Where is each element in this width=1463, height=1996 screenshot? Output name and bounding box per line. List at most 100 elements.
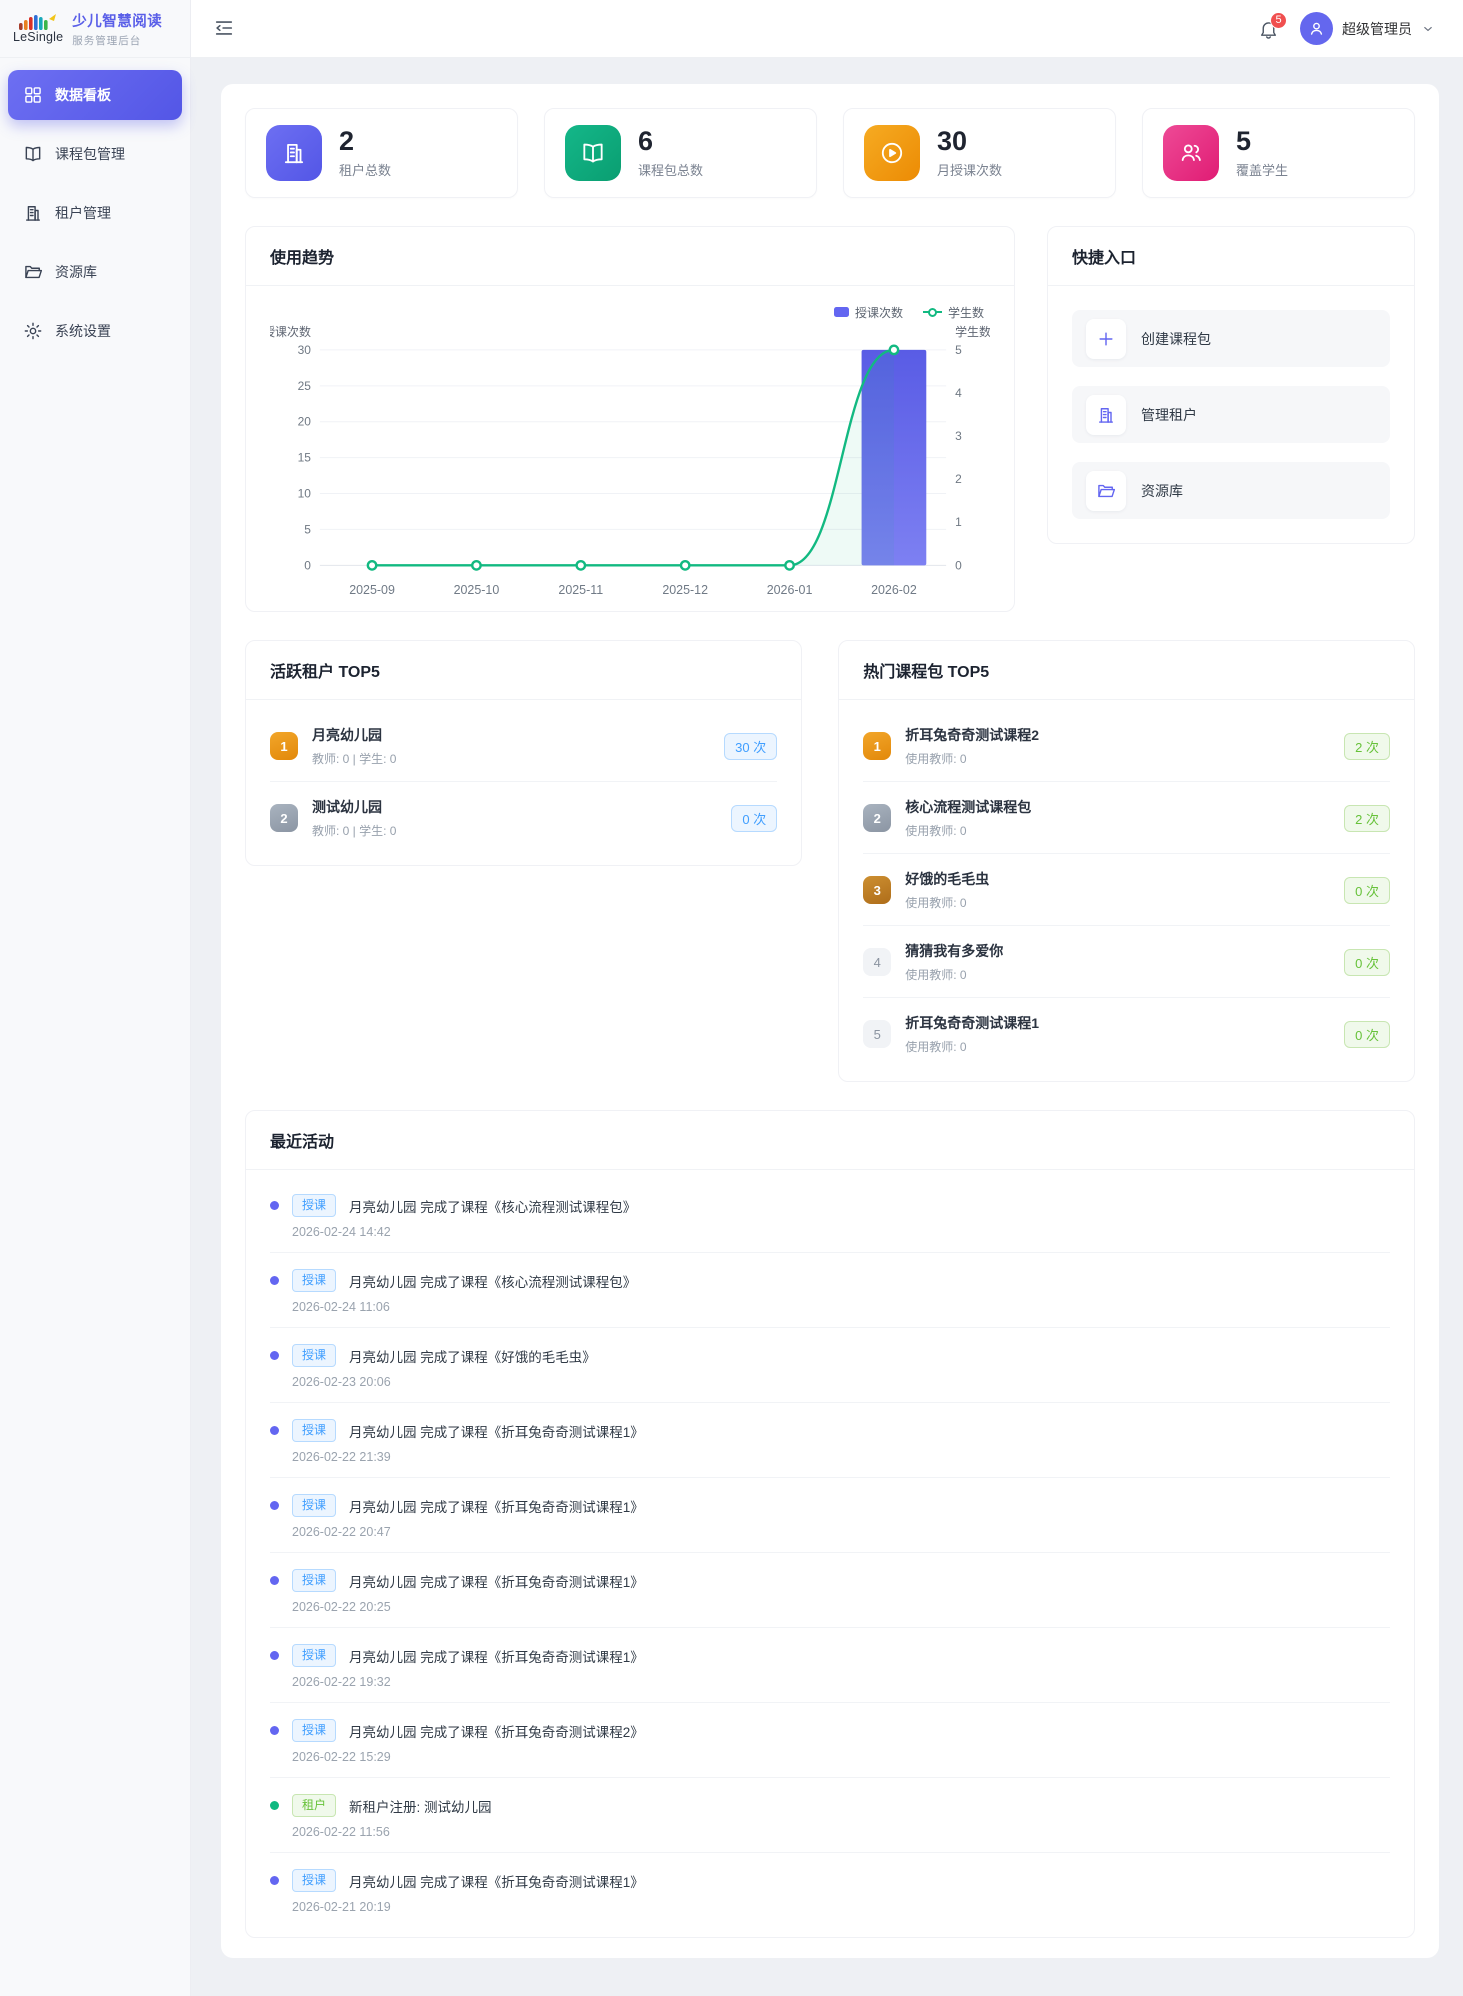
activity-text: 月亮幼儿园 完成了课程《好饿的毛毛虫》 xyxy=(349,1349,596,1365)
stat-card: 30 月授课次数 xyxy=(843,108,1116,198)
rank-badge: 1 xyxy=(270,732,298,761)
rank-item-name: 折耳兔奇奇测试课程1 xyxy=(905,1015,1040,1032)
folder-icon xyxy=(1086,470,1126,511)
gear-icon xyxy=(23,321,43,341)
notifications-button[interactable]: 5 xyxy=(1258,11,1287,41)
stat-label: 月授课次数 xyxy=(937,163,1003,179)
collapse-sidebar-icon[interactable] xyxy=(213,17,237,41)
chevron-down-icon xyxy=(1421,22,1435,36)
activity-dot xyxy=(270,1876,279,1886)
activity-time: 2026-02-22 15:29 xyxy=(292,1750,391,1765)
rank-list-item: 5 折耳兔奇奇测试课程1 使用教师: 0 0 次 xyxy=(863,998,1390,1069)
svg-text:2025-09: 2025-09 xyxy=(349,583,395,597)
active-tenants-title: 活跃租户 TOP5 xyxy=(246,641,802,701)
rank-list-item: 1 月亮幼儿园 教师: 0 | 学生: 0 30 次 xyxy=(270,710,778,783)
rank-badge: 3 xyxy=(863,876,892,905)
usage-count-badge: 30 次 xyxy=(724,732,778,760)
activity-item: 授课 月亮幼儿园 完成了课程《折耳兔奇奇测试课程1》 2026-02-22 19… xyxy=(270,1628,1390,1704)
sidebar-item-building[interactable]: 租户管理 xyxy=(8,188,182,238)
svg-text:2025-10: 2025-10 xyxy=(454,583,500,597)
legend-item[interactable]: 学生数 xyxy=(922,304,984,321)
activity-text: 月亮幼儿园 完成了课程《折耳兔奇奇测试课程1》 xyxy=(349,1874,644,1890)
rank-badge: 4 xyxy=(863,948,892,977)
rank-badge: 5 xyxy=(863,1020,892,1049)
rank-item-name: 好饿的毛毛虫 xyxy=(905,871,990,888)
notification-badge: 5 xyxy=(1270,11,1287,29)
hot-packages-card: 热门课程包 TOP5 1 折耳兔奇奇测试课程2 使用教师: 0 2 次 2 核心… xyxy=(838,640,1415,1083)
svg-text:15: 15 xyxy=(298,451,312,465)
stat-value: 30 xyxy=(937,125,968,156)
quick-entry-label: 资源库 xyxy=(1141,482,1183,499)
main-content: 2 租户总数 6 课程包总数 30 月授课次数 5 覆盖学生 使用趋势 授课次数… xyxy=(191,58,1463,1996)
activity-text: 月亮幼儿园 完成了课程《折耳兔奇奇测试课程1》 xyxy=(349,1574,644,1590)
recent-activity-card: 最近活动 授课 月亮幼儿园 完成了课程《核心流程测试课程包》 2026-02-2… xyxy=(245,1110,1415,1939)
usage-trend-chart: 授课次数学生数 051015202530012345授课次数学生数2025-09… xyxy=(246,286,1014,611)
activity-item: 租户 新租户注册: 测试幼儿园 2026-02-22 11:56 xyxy=(270,1778,1390,1854)
bar-legend-swatch xyxy=(833,307,849,317)
svg-text:2025-12: 2025-12 xyxy=(662,583,708,597)
stats-row: 2 租户总数 6 课程包总数 30 月授课次数 5 覆盖学生 xyxy=(245,108,1415,198)
rank-item-meta: 使用教师: 0 xyxy=(905,896,967,911)
activity-time: 2026-02-22 11:56 xyxy=(292,1825,390,1840)
activity-dot xyxy=(270,1201,279,1211)
rank-item-name: 测试幼儿园 xyxy=(312,799,382,816)
svg-text:30: 30 xyxy=(298,343,312,357)
svg-text:2: 2 xyxy=(955,472,962,486)
rank-badge: 2 xyxy=(863,804,892,833)
rank-list-item: 4 猜猜我有多爱你 使用教师: 0 0 次 xyxy=(863,926,1390,999)
rank-item-meta: 使用教师: 0 xyxy=(905,968,967,983)
activity-text: 月亮幼儿园 完成了课程《折耳兔奇奇测试课程2》 xyxy=(349,1724,644,1740)
recent-activity-title: 最近活动 xyxy=(246,1111,1414,1171)
activity-text: 月亮幼儿园 完成了课程《折耳兔奇奇测试课程1》 xyxy=(349,1649,644,1665)
legend-item[interactable]: 授课次数 xyxy=(833,304,903,321)
activity-time: 2026-02-22 21:39 xyxy=(292,1450,391,1465)
rank-item-meta: 教师: 0 | 学生: 0 xyxy=(312,752,397,767)
activity-tag: 授课 xyxy=(292,1494,337,1518)
svg-text:2026-01: 2026-01 xyxy=(767,583,813,597)
trend-chart-svg: 0 5 10 15 20 25 30 0 1 2 3 4 5 授课次数 学生数 2025-09 2025-10 2… xyxy=(270,324,990,597)
usage-trend-title: 使用趋势 xyxy=(246,227,1014,286)
activity-text: 新租户注册: 测试幼儿园 xyxy=(349,1799,492,1815)
rank-item-name: 月亮幼儿园 xyxy=(312,727,382,744)
activity-item: 授课 月亮幼儿园 完成了课程《核心流程测试课程包》 2026-02-24 14:… xyxy=(270,1178,1390,1254)
activity-text: 月亮幼儿园 完成了课程《折耳兔奇奇测试课程1》 xyxy=(349,1499,644,1515)
user-name: 超级管理员 xyxy=(1342,20,1412,37)
avatar xyxy=(1300,12,1333,45)
svg-text:0: 0 xyxy=(304,558,311,572)
sidebar-item-gear[interactable]: 系统设置 xyxy=(8,306,182,356)
user-menu[interactable]: 超级管理员 xyxy=(1300,12,1435,45)
app-layout: LeSingle 少儿智慧阅读 服务管理后台 数据看板 课程包管理 租户管理 资… xyxy=(0,0,1463,1996)
stat-label: 覆盖学生 xyxy=(1236,163,1289,179)
active-tenants-card: 活跃租户 TOP5 1 月亮幼儿园 教师: 0 | 学生: 0 30 次 2 测… xyxy=(245,640,803,867)
stat-label: 课程包总数 xyxy=(638,163,704,179)
quick-entry-label: 管理租户 xyxy=(1141,406,1197,423)
activity-item: 授课 月亮幼儿园 完成了课程《折耳兔奇奇测试课程2》 2026-02-22 15… xyxy=(270,1703,1390,1779)
users-icon xyxy=(1163,125,1219,181)
quick-entry-building[interactable]: 管理租户 xyxy=(1072,386,1390,443)
rank-item-meta: 使用教师: 0 xyxy=(905,752,967,767)
sidebar-item-dashboard[interactable]: 数据看板 xyxy=(8,70,182,120)
rank-list-item: 2 核心流程测试课程包 使用教师: 0 2 次 xyxy=(863,782,1390,855)
activity-tag: 授课 xyxy=(292,1569,337,1593)
quick-entry-plus[interactable]: 创建课程包 xyxy=(1072,310,1390,367)
stat-value: 2 xyxy=(339,125,355,156)
activity-dot xyxy=(270,1426,279,1436)
quick-entry-list: 创建课程包 管理租户 资源库 xyxy=(1048,286,1414,543)
svg-text:4: 4 xyxy=(955,386,962,400)
activity-time: 2026-02-22 20:47 xyxy=(292,1525,391,1540)
quick-entry-folder[interactable]: 资源库 xyxy=(1072,462,1390,519)
stat-value: 5 xyxy=(1236,125,1252,156)
activity-tag: 授课 xyxy=(292,1719,337,1743)
sidebar-item-folder[interactable]: 资源库 xyxy=(8,247,182,297)
sidebar-item-book[interactable]: 课程包管理 xyxy=(8,129,182,179)
usage-trend-card: 使用趋势 授课次数学生数 051015202530012345授课次数学生数20… xyxy=(245,226,1015,613)
lesingle-logo-icon: LeSingle xyxy=(13,13,63,44)
quick-entry-card: 快捷入口 创建课程包 管理租户 资源库 xyxy=(1047,226,1415,544)
stat-card: 2 租户总数 xyxy=(245,108,518,198)
folder-icon xyxy=(23,262,43,282)
logo: LeSingle 少儿智慧阅读 服务管理后台 xyxy=(0,0,190,58)
rank-item-name: 折耳兔奇奇测试课程2 xyxy=(905,727,1040,744)
activity-item: 授课 月亮幼儿园 完成了课程《折耳兔奇奇测试课程1》 2026-02-22 21… xyxy=(270,1403,1390,1479)
svg-text:3: 3 xyxy=(955,429,962,443)
activity-time: 2026-02-22 19:32 xyxy=(292,1675,391,1690)
